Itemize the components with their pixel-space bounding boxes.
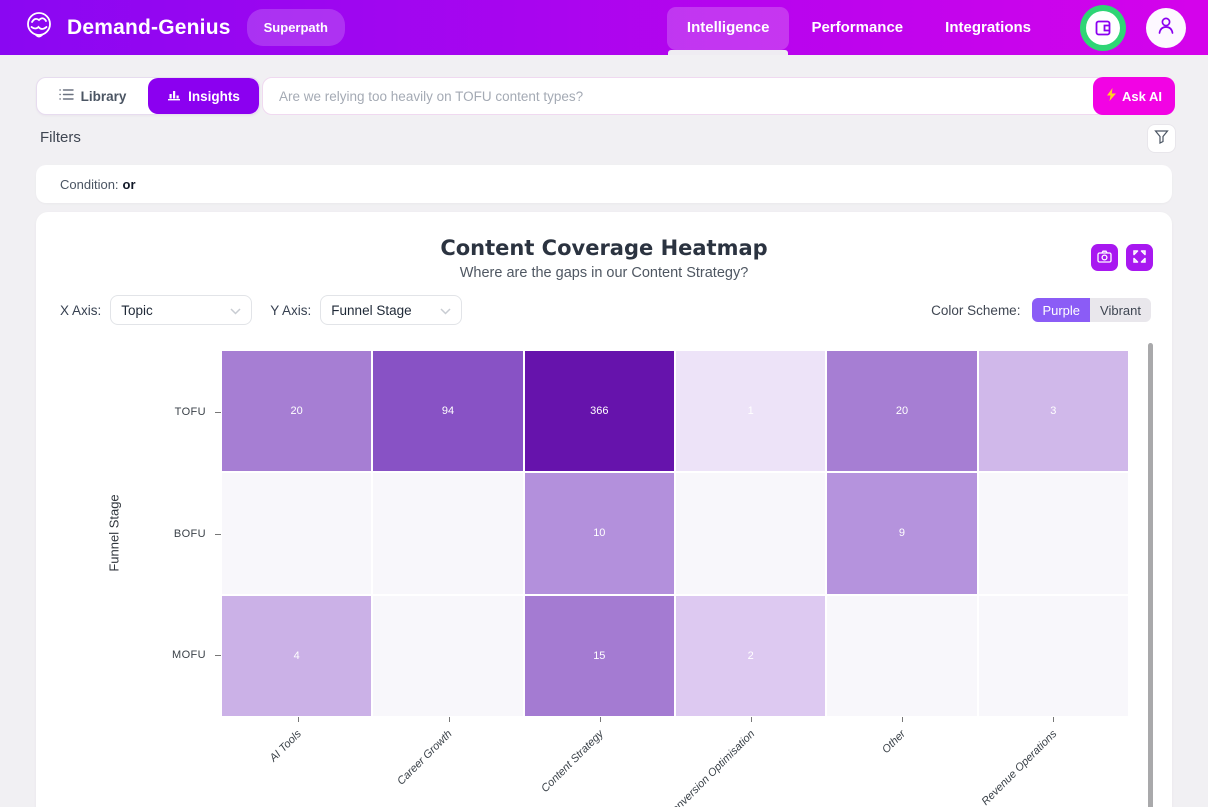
view-toggle: Library Insights [36, 77, 260, 115]
nav-tab-performance[interactable]: Performance [790, 0, 924, 55]
panel-icon [1086, 11, 1120, 45]
x-tick-label: Content Strategy [539, 728, 606, 795]
x-tick-mark [600, 717, 601, 722]
heatmap-cell[interactable] [373, 473, 522, 593]
snapshot-button[interactable] [1091, 244, 1118, 271]
heatmap-cell[interactable]: 10 [525, 473, 674, 593]
nav-tab-intelligence[interactable]: Intelligence [666, 0, 791, 55]
scheme-option-purple[interactable]: Purple [1032, 298, 1090, 322]
heatmap-cell[interactable] [979, 473, 1128, 593]
search-bar: Ask AI [262, 77, 1175, 115]
x-axis-select-label: X Axis: [60, 303, 101, 318]
chart-scrollbar[interactable] [1148, 343, 1153, 807]
condition-chip[interactable]: Condition: or [36, 165, 1172, 203]
avatar[interactable] [1146, 8, 1186, 48]
app-logo: Demand-Genius [22, 8, 231, 47]
library-toggle[interactable]: Library [37, 78, 148, 114]
scheme-option-vibrant[interactable]: Vibrant [1090, 298, 1151, 322]
x-tick-label: Career Growth [395, 728, 454, 787]
heatmap-cell[interactable]: 2 [676, 596, 825, 716]
filter-button[interactable] [1147, 124, 1176, 153]
main-nav: Intelligence Performance Integrations [666, 0, 1052, 55]
heatmap-cell[interactable]: 1 [676, 351, 825, 471]
y-axis-labels: TOFU BOFU MOFU [36, 351, 222, 716]
heatmap-cell[interactable] [979, 596, 1128, 716]
heatmap-cell[interactable]: 20 [222, 351, 371, 471]
y-tick-mark [215, 534, 221, 535]
superpath-badge: Superpath [247, 9, 345, 46]
x-tick-label: Revenue Operations [979, 728, 1059, 807]
y-tick-label: MOFU [172, 649, 206, 661]
heatmap-cell[interactable]: 3 [979, 351, 1128, 471]
user-icon [1155, 14, 1177, 41]
heatmap-cell[interactable]: 20 [827, 351, 976, 471]
ask-ai-button[interactable]: Ask AI [1093, 77, 1175, 115]
y-tick-mark [215, 412, 221, 413]
search-input[interactable] [262, 77, 1175, 115]
heatmap-cell[interactable] [676, 473, 825, 593]
camera-icon [1097, 250, 1112, 266]
list-icon [59, 88, 74, 104]
lightning-bolt-icon [1106, 88, 1117, 104]
chart-card: Content Coverage Heatmap Where are the g… [36, 212, 1172, 807]
x-tick-mark [298, 717, 299, 722]
y-tick-mark [215, 655, 221, 656]
app-header: Demand-Genius Superpath Intelligence Per… [0, 0, 1208, 55]
heatmap-cell[interactable]: 366 [525, 351, 674, 471]
heatmap-cell[interactable] [222, 473, 371, 593]
x-tick-mark [1053, 717, 1054, 722]
x-tick-mark [751, 717, 752, 722]
nav-tab-integrations[interactable]: Integrations [924, 0, 1052, 55]
y-tick-label: TOFU [175, 406, 206, 418]
y-tick-label: BOFU [174, 528, 206, 540]
heatmap-cell[interactable]: 15 [525, 596, 674, 716]
chart-title: Content Coverage Heatmap [36, 212, 1172, 260]
color-scheme-label: Color Scheme: [931, 303, 1020, 318]
x-tick-mark [449, 717, 450, 722]
x-tick-label: AI Tools [268, 728, 304, 764]
heatmap-cell[interactable]: 9 [827, 473, 976, 593]
color-scheme-toggle: Purple Vibrant [1032, 298, 1151, 322]
app-title: Demand-Genius [67, 16, 231, 40]
x-axis-select[interactable]: Topic [110, 295, 252, 325]
chevron-down-icon [230, 303, 241, 318]
x-tick-label: Other [880, 728, 908, 756]
funnel-icon [1154, 129, 1169, 149]
toolbar: Library Insights Ask AI [36, 77, 1175, 115]
x-axis-labels: AI Tools Career Growth Content Strategy Con… [222, 716, 1128, 807]
expand-button[interactable] [1126, 244, 1153, 271]
panel-button[interactable] [1080, 5, 1126, 51]
y-axis-select[interactable]: Funnel Stage [320, 295, 462, 325]
x-tick-mark [902, 717, 903, 722]
heatmap-cell[interactable]: 94 [373, 351, 522, 471]
insights-toggle[interactable]: Insights [148, 78, 259, 114]
chart-controls: X Axis: Topic Y Axis: Funnel Stage Color… [60, 295, 1151, 325]
y-axis-select-label: Y Axis: [270, 303, 311, 318]
chart-subtitle: Where are the gaps in our Content Strate… [36, 265, 1172, 281]
heatmap-grid: 209436612031094152 [222, 351, 1128, 716]
brain-icon [22, 8, 56, 47]
heatmap-cell[interactable]: 4 [222, 596, 371, 716]
x-tick-label: Conversion Optimisation [664, 728, 757, 807]
bar-chart-icon [167, 88, 181, 104]
expand-icon [1133, 250, 1146, 266]
chevron-down-icon [440, 303, 451, 318]
heatmap-cell[interactable] [827, 596, 976, 716]
filters-heading: Filters [40, 129, 81, 146]
heatmap-cell[interactable] [373, 596, 522, 716]
